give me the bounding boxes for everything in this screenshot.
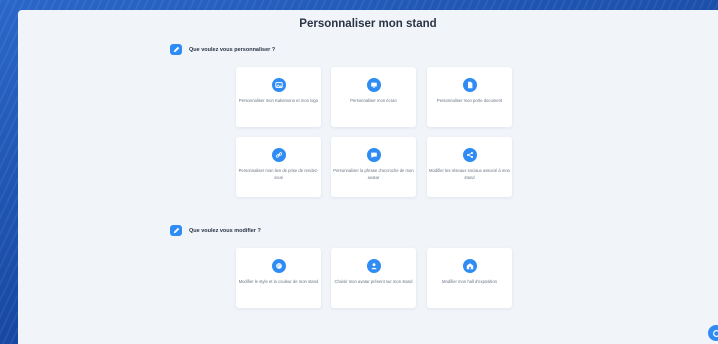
- page-title: Personnaliser mon stand: [299, 18, 437, 30]
- palette-icon: [271, 259, 286, 273]
- card-label: Personnaliser la phrase d'accroche de mo…: [333, 168, 414, 180]
- chat-icon: [712, 329, 718, 337]
- card-label: Modifier mon hall d'exposition: [441, 279, 498, 284]
- document-icon: [462, 78, 477, 92]
- card-label: Choisir mon avatar présent sur mon stand: [334, 279, 413, 284]
- user-icon: [366, 259, 381, 273]
- card-avatar[interactable]: Choisir mon avatar présent sur mon stand: [331, 248, 416, 308]
- pencil-icon: [170, 225, 182, 236]
- card-label: Modifier les réseaux sociaux associé à m…: [429, 168, 510, 180]
- card-porte-document[interactable]: Personnaliser mon porte document: [427, 67, 512, 127]
- image-icon: [271, 78, 286, 92]
- section-modifier: Que voulez vous modifier ?: [170, 225, 261, 236]
- card-phrase-accroche[interactable]: Personnaliser la phrase d'accroche de mo…: [331, 137, 416, 197]
- card-label: Personnaliser mon écran: [350, 98, 397, 103]
- share-icon: [462, 148, 477, 162]
- card-label: Personnaliser mon lien de prise de rende…: [238, 168, 319, 180]
- section-heading: Que voulez vous personnaliser ?: [189, 46, 276, 53]
- screen-icon: [366, 78, 381, 92]
- card-ecran[interactable]: Personnaliser mon écran: [331, 67, 416, 127]
- card-kakemono-logo[interactable]: Personnaliser mon Kakemono et mon logo: [236, 67, 321, 127]
- main-panel: Personnaliser mon stand Que voulez vous …: [18, 10, 718, 344]
- card-hall-exposition[interactable]: Modifier mon hall d'exposition: [427, 248, 512, 308]
- section-personnaliser: Que voulez vous personnaliser ?: [170, 44, 275, 55]
- section-heading: Que voulez vous modifier ?: [189, 227, 261, 234]
- chat-support-button[interactable]: [708, 325, 718, 341]
- card-lien-rdv[interactable]: Personnaliser mon lien de prise de rende…: [236, 137, 321, 197]
- card-label: Modifier le style et la couleur de mon s…: [238, 279, 319, 284]
- card-label: Personnaliser mon Kakemono et mon logo: [238, 98, 319, 103]
- card-style-couleur[interactable]: Modifier le style et la couleur de mon s…: [236, 248, 321, 308]
- card-reseaux-sociaux[interactable]: Modifier les réseaux sociaux associé à m…: [427, 137, 512, 197]
- hall-icon: [462, 259, 477, 273]
- chat-bubble-icon: [366, 148, 381, 162]
- pencil-icon: [170, 44, 182, 55]
- card-label: Personnaliser mon porte document: [436, 98, 503, 103]
- link-icon: [271, 148, 286, 162]
